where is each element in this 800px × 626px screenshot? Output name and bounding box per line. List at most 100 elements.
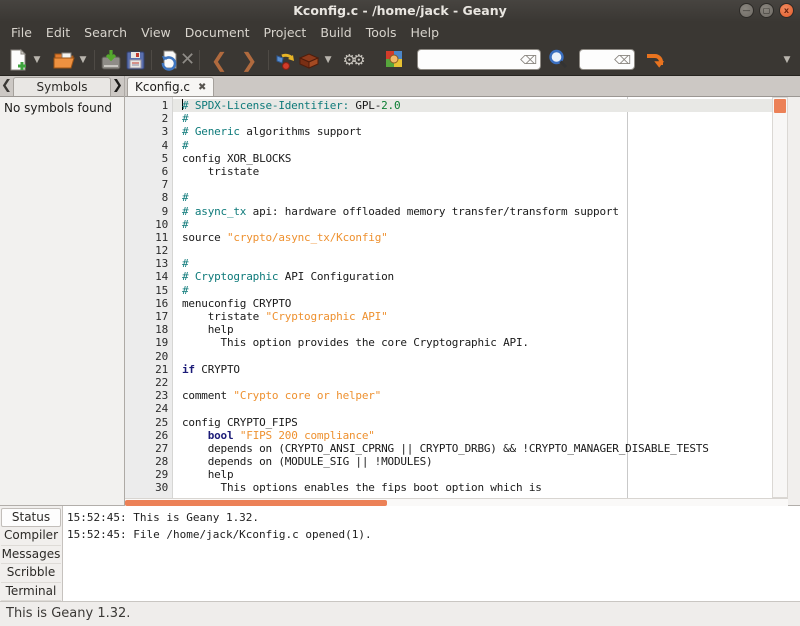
- compile-button[interactable]: [273, 46, 297, 74]
- message-tab-compiler[interactable]: Compiler: [1, 527, 61, 545]
- code-line[interactable]: 7: [125, 178, 772, 191]
- window-controls: — ▢ x: [739, 3, 794, 18]
- menu-build[interactable]: Build: [313, 22, 358, 44]
- open-file-button[interactable]: [52, 46, 76, 74]
- find-button[interactable]: [547, 46, 571, 74]
- maximize-icon: ▢: [763, 7, 771, 15]
- code-line[interactable]: 15#: [125, 284, 772, 297]
- horizontal-scrollbar[interactable]: [125, 498, 788, 506]
- message-tab-messages[interactable]: Messages: [1, 546, 61, 564]
- code-line[interactable]: 23comment "Crypto core or helper": [125, 389, 772, 402]
- code-line[interactable]: 29 help: [125, 468, 772, 481]
- message-window-tabs: StatusCompilerMessagesScribbleTerminal: [0, 506, 63, 601]
- menu-tools[interactable]: Tools: [359, 22, 404, 44]
- save-button[interactable]: [99, 46, 123, 74]
- code-line[interactable]: 11source "crypto/async_tx/Kconfig": [125, 231, 772, 244]
- message-tab-scribble[interactable]: Scribble: [1, 564, 61, 582]
- message-tab-status[interactable]: Status: [1, 508, 61, 527]
- code-line[interactable]: 26 bool "FIPS 200 compliance": [125, 429, 772, 442]
- color-chooser-button[interactable]: [383, 46, 407, 74]
- run-button[interactable]: ⚙⚙: [335, 46, 369, 74]
- code-line[interactable]: 9# async_tx api: hardware offloaded memo…: [125, 205, 772, 218]
- chevron-down-icon: ▼: [784, 55, 791, 65]
- save-all-button[interactable]: [123, 46, 147, 74]
- code-line[interactable]: 20: [125, 350, 772, 363]
- line-text: depends on (MODULE_SIG || !MODULES): [173, 455, 432, 468]
- line-text: This option provides the core Cryptograp…: [173, 336, 529, 349]
- code-line[interactable]: 27 depends on (CRYPTO_ANSI_CPRNG || CRYP…: [125, 442, 772, 455]
- code-line[interactable]: 18 help: [125, 323, 772, 336]
- menu-help[interactable]: Help: [404, 22, 447, 44]
- close-document-button[interactable]: ✕: [180, 46, 195, 74]
- build-button[interactable]: [297, 46, 321, 74]
- code-line[interactable]: 19 This option provides the core Cryptog…: [125, 336, 772, 349]
- menu-file[interactable]: File: [4, 22, 39, 44]
- vertical-scrollbar-thumb[interactable]: [774, 99, 786, 113]
- code-line[interactable]: 21if CRYPTO: [125, 363, 772, 376]
- line-text: tristate "Cryptographic API": [173, 310, 388, 323]
- minimize-button[interactable]: —: [739, 3, 754, 18]
- code-line[interactable]: 28 depends on (MODULE_SIG || !MODULES): [125, 455, 772, 468]
- code-line[interactable]: 24: [125, 402, 772, 415]
- line-number: 19: [125, 336, 173, 349]
- goto-line-input[interactable]: [583, 51, 614, 68]
- code-line[interactable]: 25config CRYPTO_FIPS: [125, 416, 772, 429]
- menu-search[interactable]: Search: [77, 22, 134, 44]
- menu-view[interactable]: View: [134, 22, 178, 44]
- code-line[interactable]: 22: [125, 376, 772, 389]
- code-line[interactable]: 2#: [125, 112, 772, 125]
- vertical-scrollbar[interactable]: [772, 97, 788, 498]
- toolbar-overflow-button[interactable]: ▼: [780, 46, 794, 74]
- code-line[interactable]: 30 This options enables the fips boot op…: [125, 481, 772, 494]
- code-line[interactable]: 14# Cryptographic API Configuration: [125, 270, 772, 283]
- sidebar-tabs-scroll-right[interactable]: ❯: [111, 77, 124, 95]
- search-input[interactable]: [421, 51, 520, 68]
- line-text: #: [173, 139, 188, 152]
- forward-icon: ❯: [241, 48, 258, 72]
- menu-document[interactable]: Document: [178, 22, 257, 44]
- code-editor[interactable]: 1# SPDX-License-Identifier: GPL-2.02#3# …: [125, 97, 772, 498]
- jump-to-line-button[interactable]: [643, 46, 667, 74]
- clear-icon[interactable]: ⌫: [520, 54, 537, 66]
- code-line[interactable]: 8#: [125, 191, 772, 204]
- line-number: 3: [125, 125, 173, 138]
- maximize-button[interactable]: ▢: [759, 3, 774, 18]
- navigate-back-button[interactable]: ❮: [204, 46, 234, 74]
- open-file-dropdown[interactable]: ▼: [76, 46, 90, 74]
- menu-edit[interactable]: Edit: [39, 22, 77, 44]
- code-line[interactable]: 3# Generic algorithms support: [125, 125, 772, 138]
- menu-project[interactable]: Project: [257, 22, 314, 44]
- code-line[interactable]: 1# SPDX-License-Identifier: GPL-2.0: [125, 99, 772, 112]
- code-line[interactable]: 17 tristate "Cryptographic API": [125, 310, 772, 323]
- message-tab-terminal[interactable]: Terminal: [1, 583, 61, 601]
- tab-close-icon[interactable]: ✖: [198, 82, 206, 93]
- horizontal-scrollbar-thumb[interactable]: [125, 500, 387, 506]
- main-area: ❮ Symbols ❯ No symbols found Kconfig.c ✖…: [0, 76, 800, 505]
- titlebar[interactable]: Kconfig.c - /home/jack - Geany — ▢ x: [0, 0, 800, 22]
- code-line[interactable]: 16menuconfig CRYPTO: [125, 297, 772, 310]
- close-button[interactable]: x: [779, 3, 794, 18]
- toolbar: ▼ ▼ ✕ ❮ ❯: [0, 44, 800, 76]
- line-text: [173, 376, 182, 389]
- line-text: source "crypto/async_tx/Kconfig": [173, 231, 388, 244]
- code-line[interactable]: 4#: [125, 139, 772, 152]
- toolbar-separator: [151, 50, 152, 70]
- tab-kconfig-c[interactable]: Kconfig.c ✖: [127, 77, 214, 96]
- navigate-forward-button[interactable]: ❯: [234, 46, 264, 74]
- sidebar-tabs-scroll-left[interactable]: ❮: [0, 77, 13, 95]
- code-line[interactable]: 13#: [125, 257, 772, 270]
- new-file-button[interactable]: [6, 46, 30, 74]
- build-dropdown[interactable]: ▼: [321, 46, 335, 74]
- new-file-dropdown[interactable]: ▼: [30, 46, 44, 74]
- clear-icon[interactable]: ⌫: [614, 54, 631, 66]
- line-text: config CRYPTO_FIPS: [173, 416, 298, 429]
- tab-symbols[interactable]: Symbols: [13, 77, 111, 96]
- line-text: # Generic algorithms support: [173, 125, 362, 138]
- revert-button[interactable]: [156, 46, 180, 74]
- compile-icon: [273, 48, 297, 72]
- code-line[interactable]: 12: [125, 244, 772, 257]
- code-line[interactable]: 5config XOR_BLOCKS: [125, 152, 772, 165]
- code-line[interactable]: 6 tristate: [125, 165, 772, 178]
- code-line[interactable]: 10#: [125, 218, 772, 231]
- line-number: 8: [125, 191, 173, 204]
